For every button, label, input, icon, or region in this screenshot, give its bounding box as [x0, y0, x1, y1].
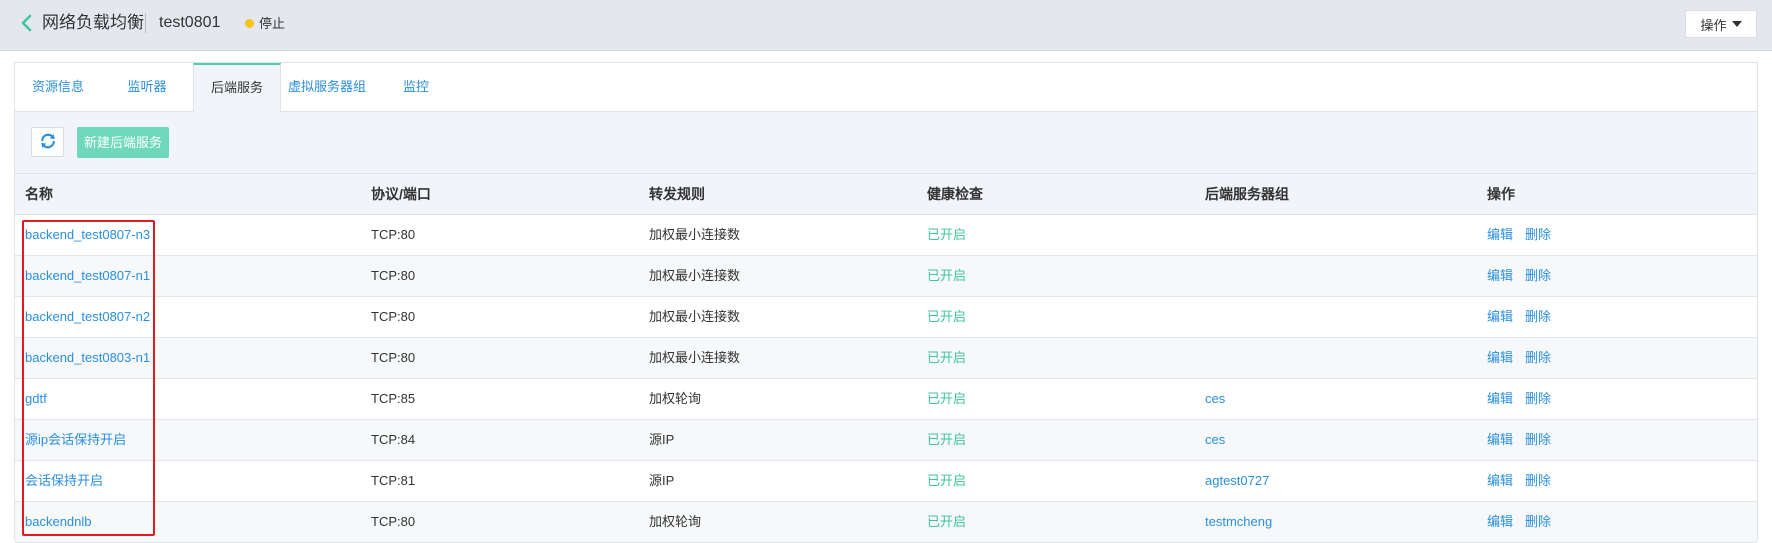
table-row: backend_test0807-n3 TCP:80 加权最小连接数 已开启 编…	[15, 215, 1757, 256]
backend-name-link[interactable]: backendnlb	[25, 502, 92, 542]
backend-name-link[interactable]: 会话保持开启	[25, 461, 103, 501]
backend-name-link[interactable]: 源ip会话保持开启	[25, 420, 126, 460]
edit-link[interactable]: 编辑	[1487, 338, 1513, 378]
forwarding-rule: 加权最小连接数	[649, 309, 741, 324]
tab-resource-info[interactable]: 资源信息	[15, 63, 101, 111]
forwarding-rule: 加权最小连接数	[649, 227, 741, 242]
backend-server-group-link[interactable]: ces	[1205, 420, 1225, 460]
edit-link[interactable]: 编辑	[1487, 256, 1513, 296]
column-header-actions: 操作	[1487, 186, 1515, 202]
edit-link[interactable]: 编辑	[1487, 215, 1513, 255]
column-header-protocol-port: 协议/端口	[371, 186, 431, 202]
protocol-port: TCP:84	[371, 432, 416, 447]
forwarding-rule: 加权最小连接数	[649, 350, 741, 365]
protocol-port: TCP:80	[371, 227, 416, 242]
delete-link[interactable]: 删除	[1525, 215, 1551, 255]
delete-link[interactable]: 删除	[1525, 420, 1551, 460]
protocol-port: TCP:80	[371, 514, 416, 529]
delete-link[interactable]: 删除	[1525, 461, 1551, 501]
delete-link[interactable]: 删除	[1525, 338, 1551, 378]
backend-name-link[interactable]: backend_test0807-n3	[25, 215, 150, 255]
health-check-status: 已开启	[927, 350, 967, 365]
health-check-status: 已开启	[927, 391, 967, 406]
new-backend-service-button[interactable]: 新建后端服务	[77, 127, 169, 158]
delete-link[interactable]: 删除	[1525, 502, 1551, 542]
health-check-status: 已开启	[927, 227, 967, 242]
protocol-port: TCP:80	[371, 350, 416, 365]
status-badge: 停止	[259, 16, 286, 31]
delete-link[interactable]: 删除	[1525, 256, 1551, 296]
backend-name-link[interactable]: gdtf	[25, 379, 47, 419]
edit-link[interactable]: 编辑	[1487, 461, 1513, 501]
delete-link[interactable]: 删除	[1525, 379, 1551, 419]
refresh-icon	[39, 132, 57, 153]
backend-name-link[interactable]: backend_test0803-n1	[25, 338, 150, 378]
column-header-backend-server-group: 后端服务器组	[1205, 186, 1289, 202]
top-header: 网络负载均衡 test0801 停止 操作	[0, 0, 1772, 51]
forwarding-rule: 加权最小连接数	[649, 268, 741, 283]
tab-listeners[interactable]: 监听器	[101, 63, 193, 111]
table-row: 源ip会话保持开启 TCP:84 源IP 已开启 ces 编辑 删除	[15, 420, 1757, 461]
caret-down-icon	[1731, 21, 1742, 27]
column-header-forwarding-rule: 转发规则	[649, 186, 705, 202]
health-check-status: 已开启	[927, 514, 967, 529]
health-check-status: 已开启	[927, 432, 967, 447]
edit-link[interactable]: 编辑	[1487, 420, 1513, 460]
health-check-status: 已开启	[927, 309, 967, 324]
protocol-port: TCP:85	[371, 391, 416, 406]
operations-label: 操作	[1700, 17, 1727, 33]
backend-name-link[interactable]: backend_test0807-n1	[25, 256, 150, 296]
table-header: 名称 协议/端口 转发规则 健康检查 后端服务器组 操作	[15, 173, 1757, 215]
back-arrow-icon[interactable]	[18, 13, 36, 33]
tab-virtual-server-groups[interactable]: 虚拟服务器组	[281, 63, 373, 111]
forwarding-rule: 加权轮询	[649, 514, 702, 529]
protocol-port: TCP:80	[371, 268, 416, 283]
health-check-status: 已开启	[927, 268, 967, 283]
column-header-name: 名称	[25, 186, 53, 202]
main-panel: 资源信息 监听器 后端服务 虚拟服务器组 监控 新建后端服务 名称 协议/端口 …	[14, 62, 1758, 543]
title-divider	[145, 13, 146, 33]
backend-name-link[interactable]: backend_test0807-n2	[25, 297, 150, 337]
table-row: gdtf TCP:85 加权轮询 已开启 ces 编辑 删除	[15, 379, 1757, 420]
page-title: 网络负载均衡	[42, 13, 144, 32]
column-header-health-check: 健康检查	[927, 186, 983, 202]
edit-link[interactable]: 编辑	[1487, 297, 1513, 337]
instance-name: test0801	[159, 14, 221, 31]
table-row: 会话保持开启 TCP:81 源IP 已开启 agtest0727 编辑 删除	[15, 461, 1757, 502]
edit-link[interactable]: 编辑	[1487, 379, 1513, 419]
table-row: backendnlb TCP:80 加权轮询 已开启 testmcheng 编辑…	[15, 502, 1757, 543]
protocol-port: TCP:81	[371, 473, 416, 488]
edit-link[interactable]: 编辑	[1487, 502, 1513, 542]
tab-bar: 资源信息 监听器 后端服务 虚拟服务器组 监控	[15, 63, 1757, 112]
backend-server-group-link[interactable]: agtest0727	[1205, 461, 1269, 501]
backend-server-group-link[interactable]: ces	[1205, 379, 1225, 419]
protocol-port: TCP:80	[371, 309, 416, 324]
operations-dropdown-button[interactable]: 操作	[1685, 10, 1757, 38]
status-dot-icon	[245, 19, 254, 28]
forwarding-rule: 源IP	[649, 432, 675, 447]
tab-backend-services[interactable]: 后端服务	[193, 63, 281, 112]
forwarding-rule: 加权轮询	[649, 391, 702, 406]
table-row: backend_test0807-n2 TCP:80 加权最小连接数 已开启 编…	[15, 297, 1757, 338]
backend-server-group-link[interactable]: testmcheng	[1205, 502, 1272, 542]
tab-monitoring[interactable]: 监控	[373, 63, 459, 111]
health-check-status: 已开启	[927, 473, 967, 488]
refresh-button[interactable]	[31, 127, 64, 157]
forwarding-rule: 源IP	[649, 473, 675, 488]
backend-services-table: 名称 协议/端口 转发规则 健康检查 后端服务器组 操作 backend_tes…	[15, 173, 1757, 543]
delete-link[interactable]: 删除	[1525, 297, 1551, 337]
table-row: backend_test0807-n1 TCP:80 加权最小连接数 已开启 编…	[15, 256, 1757, 297]
table-row: backend_test0803-n1 TCP:80 加权最小连接数 已开启 编…	[15, 338, 1757, 379]
